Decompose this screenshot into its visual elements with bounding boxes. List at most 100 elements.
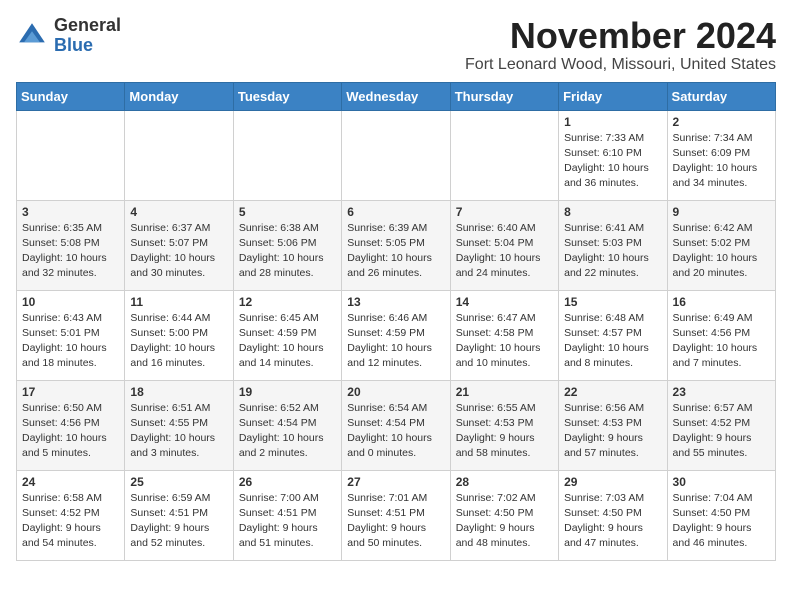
day-number: 24 (22, 475, 119, 489)
weekday-header-wednesday: Wednesday (342, 82, 450, 110)
day-number: 20 (347, 385, 444, 399)
calendar-cell: 8 Sunrise: 6:41 AM Sunset: 5:03 PM Daylig… (559, 200, 667, 290)
logo-general: General (54, 16, 121, 36)
calendar-cell: 27 Sunrise: 7:01 AM Sunset: 4:51 PM Dayli… (342, 470, 450, 560)
calendar-cell: 26Sunrise: 7:00 AM Sunset: 4:51 PM Dayli… (233, 470, 341, 560)
calendar-cell: 2 Sunrise: 7:34 AM Sunset: 6:09 PM Daylig… (667, 110, 775, 200)
calendar-cell (17, 110, 125, 200)
day-info: Sunrise: 6:43 AM Sunset: 5:01 PM Dayligh… (22, 311, 119, 372)
day-number: 11 (130, 295, 227, 309)
day-number: 9 (673, 205, 770, 219)
weekday-header-row: SundayMondayTuesdayWednesdayThursdayFrid… (17, 82, 776, 110)
day-number: 22 (564, 385, 661, 399)
calendar-cell: 23 Sunrise: 6:57 AM Sunset: 4:52 PM Dayli… (667, 380, 775, 470)
day-info: Sunrise: 6:57 AM Sunset: 4:52 PM Dayligh… (673, 401, 770, 462)
calendar-cell (342, 110, 450, 200)
day-info: Sunrise: 7:00 AM Sunset: 4:51 PM Dayligh… (239, 491, 336, 552)
day-info: Sunrise: 6:39 AM Sunset: 5:05 PM Dayligh… (347, 221, 444, 282)
logo-text: General Blue (54, 16, 121, 56)
calendar-cell (233, 110, 341, 200)
day-number: 21 (456, 385, 553, 399)
calendar-cell: 9 Sunrise: 6:42 AM Sunset: 5:02 PM Daylig… (667, 200, 775, 290)
day-info: Sunrise: 6:44 AM Sunset: 5:00 PM Dayligh… (130, 311, 227, 372)
month-title: November 2024 (465, 16, 776, 56)
day-number: 2 (673, 115, 770, 129)
calendar-cell: 6 Sunrise: 6:39 AM Sunset: 5:05 PM Daylig… (342, 200, 450, 290)
day-info: Sunrise: 6:37 AM Sunset: 5:07 PM Dayligh… (130, 221, 227, 282)
day-info: Sunrise: 6:40 AM Sunset: 5:04 PM Dayligh… (456, 221, 553, 282)
day-number: 18 (130, 385, 227, 399)
day-number: 27 (347, 475, 444, 489)
week-row-4: 17Sunrise: 6:50 AM Sunset: 4:56 PM Dayli… (17, 380, 776, 470)
day-info: Sunrise: 6:45 AM Sunset: 4:59 PM Dayligh… (239, 311, 336, 372)
calendar-cell: 13Sunrise: 6:46 AM Sunset: 4:59 PM Dayli… (342, 290, 450, 380)
day-number: 14 (456, 295, 553, 309)
day-number: 12 (239, 295, 336, 309)
day-number: 7 (456, 205, 553, 219)
calendar-cell: 16Sunrise: 6:49 AM Sunset: 4:56 PM Dayli… (667, 290, 775, 380)
calendar-cell: 30 Sunrise: 7:04 AM Sunset: 4:50 PM Dayli… (667, 470, 775, 560)
day-info: Sunrise: 6:51 AM Sunset: 4:55 PM Dayligh… (130, 401, 227, 462)
calendar-cell: 7 Sunrise: 6:40 AM Sunset: 5:04 PM Daylig… (450, 200, 558, 290)
day-info: Sunrise: 6:46 AM Sunset: 4:59 PM Dayligh… (347, 311, 444, 372)
day-info: Sunrise: 6:41 AM Sunset: 5:03 PM Dayligh… (564, 221, 661, 282)
week-row-5: 24 Sunrise: 6:58 AM Sunset: 4:52 PM Dayli… (17, 470, 776, 560)
weekday-header-saturday: Saturday (667, 82, 775, 110)
day-number: 30 (673, 475, 770, 489)
day-number: 23 (673, 385, 770, 399)
logo: General Blue (16, 16, 121, 56)
day-info: Sunrise: 6:35 AM Sunset: 5:08 PM Dayligh… (22, 221, 119, 282)
day-info: Sunrise: 6:42 AM Sunset: 5:02 PM Dayligh… (673, 221, 770, 282)
day-info: Sunrise: 6:55 AM Sunset: 4:53 PM Dayligh… (456, 401, 553, 462)
day-info: Sunrise: 6:58 AM Sunset: 4:52 PM Dayligh… (22, 491, 119, 552)
day-info: Sunrise: 6:52 AM Sunset: 4:54 PM Dayligh… (239, 401, 336, 462)
calendar-cell: 4 Sunrise: 6:37 AM Sunset: 5:07 PM Daylig… (125, 200, 233, 290)
day-info: Sunrise: 7:02 AM Sunset: 4:50 PM Dayligh… (456, 491, 553, 552)
calendar-cell: 12 Sunrise: 6:45 AM Sunset: 4:59 PM Dayli… (233, 290, 341, 380)
day-number: 25 (130, 475, 227, 489)
calendar-cell: 1 Sunrise: 7:33 AM Sunset: 6:10 PM Daylig… (559, 110, 667, 200)
day-number: 8 (564, 205, 661, 219)
calendar-cell: 5 Sunrise: 6:38 AM Sunset: 5:06 PM Daylig… (233, 200, 341, 290)
day-info: Sunrise: 7:03 AM Sunset: 4:50 PM Dayligh… (564, 491, 661, 552)
calendar-cell: 18 Sunrise: 6:51 AM Sunset: 4:55 PM Dayli… (125, 380, 233, 470)
day-info: Sunrise: 6:48 AM Sunset: 4:57 PM Dayligh… (564, 311, 661, 372)
calendar-cell: 11 Sunrise: 6:44 AM Sunset: 5:00 PM Dayli… (125, 290, 233, 380)
day-number: 3 (22, 205, 119, 219)
page-header: General Blue November 2024 Fort Leonard … (16, 16, 776, 74)
calendar-cell: 10Sunrise: 6:43 AM Sunset: 5:01 PM Dayli… (17, 290, 125, 380)
calendar-cell (450, 110, 558, 200)
location-title: Fort Leonard Wood, Missouri, United Stat… (465, 56, 776, 74)
day-info: Sunrise: 6:47 AM Sunset: 4:58 PM Dayligh… (456, 311, 553, 372)
calendar-cell: 28Sunrise: 7:02 AM Sunset: 4:50 PM Dayli… (450, 470, 558, 560)
weekday-header-sunday: Sunday (17, 82, 125, 110)
day-number: 6 (347, 205, 444, 219)
day-number: 4 (130, 205, 227, 219)
day-info: Sunrise: 7:01 AM Sunset: 4:51 PM Dayligh… (347, 491, 444, 552)
day-info: Sunrise: 6:59 AM Sunset: 4:51 PM Dayligh… (130, 491, 227, 552)
weekday-header-tuesday: Tuesday (233, 82, 341, 110)
calendar-cell (125, 110, 233, 200)
day-info: Sunrise: 7:04 AM Sunset: 4:50 PM Dayligh… (673, 491, 770, 552)
day-number: 5 (239, 205, 336, 219)
week-row-3: 10Sunrise: 6:43 AM Sunset: 5:01 PM Dayli… (17, 290, 776, 380)
calendar-cell: 15Sunrise: 6:48 AM Sunset: 4:57 PM Dayli… (559, 290, 667, 380)
week-row-2: 3 Sunrise: 6:35 AM Sunset: 5:08 PM Daylig… (17, 200, 776, 290)
day-info: Sunrise: 7:34 AM Sunset: 6:09 PM Dayligh… (673, 131, 770, 192)
calendar-table: SundayMondayTuesdayWednesdayThursdayFrid… (16, 82, 776, 561)
day-info: Sunrise: 6:38 AM Sunset: 5:06 PM Dayligh… (239, 221, 336, 282)
weekday-header-monday: Monday (125, 82, 233, 110)
calendar-cell: 22 Sunrise: 6:56 AM Sunset: 4:53 PM Dayli… (559, 380, 667, 470)
weekday-header-friday: Friday (559, 82, 667, 110)
day-info: Sunrise: 7:33 AM Sunset: 6:10 PM Dayligh… (564, 131, 661, 192)
calendar-cell: 21 Sunrise: 6:55 AM Sunset: 4:53 PM Dayli… (450, 380, 558, 470)
title-area: November 2024 Fort Leonard Wood, Missour… (465, 16, 776, 74)
day-info: Sunrise: 6:56 AM Sunset: 4:53 PM Dayligh… (564, 401, 661, 462)
day-number: 16 (673, 295, 770, 309)
calendar-cell: 24 Sunrise: 6:58 AM Sunset: 4:52 PM Dayli… (17, 470, 125, 560)
calendar-cell: 29 Sunrise: 7:03 AM Sunset: 4:50 PM Dayli… (559, 470, 667, 560)
day-number: 1 (564, 115, 661, 129)
day-number: 17 (22, 385, 119, 399)
day-number: 29 (564, 475, 661, 489)
day-info: Sunrise: 6:54 AM Sunset: 4:54 PM Dayligh… (347, 401, 444, 462)
